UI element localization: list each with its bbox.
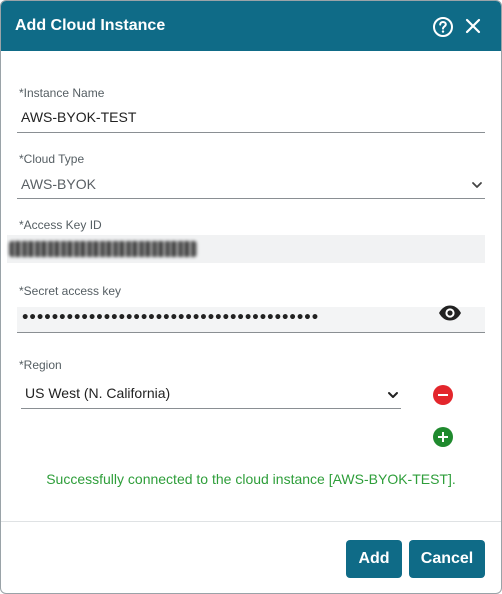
footer-divider (1, 521, 501, 522)
instance-name-label: *Instance Name (19, 86, 105, 100)
region-select[interactable]: US West (N. California) (25, 385, 170, 401)
chevron-down-icon[interactable] (386, 388, 400, 402)
access-key-id-redacted (9, 241, 197, 257)
secret-access-key-underline (17, 332, 485, 333)
secret-access-key-label: *Secret access key (19, 284, 122, 298)
add-cloud-instance-dialog: Add Cloud Instance *Instance Name AWS-BY… (0, 0, 502, 594)
dialog-title: Add Cloud Instance (15, 17, 166, 34)
access-key-id-label: *Access Key ID (19, 218, 102, 232)
instance-name-underline (17, 132, 485, 133)
cloud-type-underline (17, 198, 485, 199)
cloud-type-label: *Cloud Type (19, 152, 85, 166)
region-label: *Region (19, 358, 62, 372)
instance-name-input[interactable]: AWS-BYOK-TEST (21, 109, 136, 125)
cancel-button[interactable]: Cancel (409, 540, 485, 578)
dialog-header: Add Cloud Instance (1, 1, 501, 51)
remove-region-icon[interactable] (433, 385, 453, 405)
eye-icon[interactable] (438, 304, 462, 322)
region-underline (21, 408, 401, 409)
add-region-icon[interactable] (433, 427, 453, 447)
chevron-down-icon[interactable] (470, 178, 484, 192)
secret-access-key-value: •••••••••••••••••••••••••••••••••••••••• (21, 310, 319, 326)
close-icon[interactable] (464, 17, 482, 35)
connection-status-message: Successfully connected to the cloud inst… (46, 471, 456, 487)
cloud-type-select[interactable]: AWS-BYOK (21, 176, 96, 192)
help-circle-icon[interactable] (432, 16, 454, 38)
add-button[interactable]: Add (346, 540, 402, 578)
